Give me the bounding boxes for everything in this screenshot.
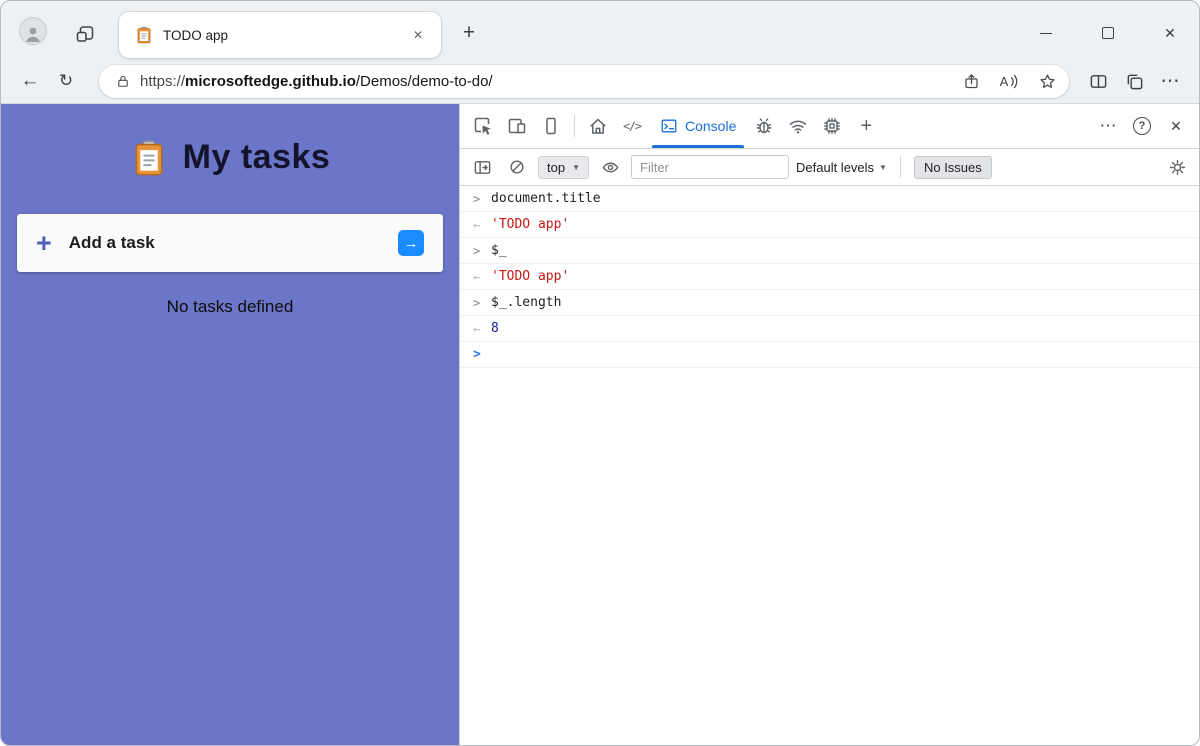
lock-icon[interactable] <box>112 66 134 96</box>
cpu-chip-icon[interactable] <box>815 109 849 143</box>
devtools-help-icon[interactable]: ? <box>1125 109 1159 143</box>
issues-bug-icon[interactable] <box>747 109 781 143</box>
network-conditions-wifi-icon[interactable] <box>781 109 815 143</box>
chevron-down-icon: ▼ <box>879 162 887 172</box>
devtools-panel: </> Console + ⋯ ? ✕ top ▼ Filter Default… <box>459 104 1199 745</box>
code-glyph: </> <box>623 119 642 133</box>
url-host: microsoftedge.github.io <box>185 72 356 90</box>
console-command: document.title <box>491 191 601 206</box>
url-path: /Demos/demo-to-do/ <box>355 72 493 90</box>
devtools-more-icon[interactable]: ⋯ <box>1091 109 1125 143</box>
result-arrow-icon: ← <box>473 321 481 336</box>
console-result-string: 'TODO app' <box>491 217 570 232</box>
device-emulation-icon[interactable] <box>500 109 534 143</box>
add-task-submit-button[interactable]: → <box>398 230 424 256</box>
context-selector[interactable]: top ▼ <box>538 155 589 179</box>
tab-console[interactable]: Console <box>649 104 747 148</box>
todo-app-title: My tasks <box>182 138 331 176</box>
live-expression-eye-icon[interactable] <box>596 153 624 181</box>
console-row-input: > document.title <box>460 186 1199 212</box>
console-settings-gear-icon[interactable] <box>1163 153 1191 181</box>
issues-counter-button[interactable]: No Issues <box>913 155 992 179</box>
console-row-input: > $_ <box>460 238 1199 264</box>
log-levels-dropdown[interactable]: Default levels ▼ <box>796 160 887 175</box>
share-icon[interactable] <box>955 66 987 96</box>
address-bar[interactable]: https://microsoftedge.github.io/Demos/de… <box>99 64 1069 98</box>
add-task-input[interactable]: + Add a task → <box>17 214 443 272</box>
input-chevron-icon: > <box>473 243 481 258</box>
help-glyph: ? <box>1133 117 1151 135</box>
profile-avatar[interactable] <box>19 17 47 45</box>
back-button[interactable]: ← <box>13 65 47 97</box>
navigation-bar: ← ↻ https://microsoftedge.github.io/Demo… <box>1 59 1199 104</box>
inspect-element-icon[interactable] <box>466 109 500 143</box>
log-levels-label: Default levels <box>796 159 875 175</box>
context-selector-value: top <box>547 159 566 175</box>
console-toolbar: top ▼ Default levels ▼ No Issues <box>460 149 1199 186</box>
tab-actions-icon[interactable] <box>72 21 98 47</box>
console-result-string: 'TODO app' <box>491 269 570 284</box>
todo-title-block: My tasks <box>1 138 459 177</box>
devtools-main-toolbar: </> Console + ⋯ ? ✕ <box>460 104 1199 149</box>
window-close-button[interactable]: ✕ <box>1156 19 1184 47</box>
refresh-button[interactable]: ↻ <box>49 65 83 97</box>
focus-page-icon[interactable] <box>534 109 568 143</box>
devtools-close-icon[interactable]: ✕ <box>1159 109 1193 143</box>
console-tab-label: Console <box>685 118 737 134</box>
read-aloud-icon[interactable]: A <box>993 66 1025 96</box>
tab-title: TODO app <box>163 27 229 43</box>
result-arrow-icon: ← <box>473 217 481 232</box>
toolbar-separator <box>574 115 575 137</box>
console-prompt[interactable]: > <box>460 342 1199 368</box>
tab-favicon-clipboard-icon <box>137 26 151 44</box>
console-row-result: ← 'TODO app' <box>460 264 1199 290</box>
browser-window: TODO app ✕ + ✕ ← ↻ https://microsoftedge… <box>0 0 1200 746</box>
prompt-chevron-icon: > <box>473 347 481 362</box>
new-tab-button[interactable]: + <box>455 19 483 47</box>
browser-tab[interactable]: TODO app ✕ <box>119 12 441 58</box>
console-sidebar-icon[interactable] <box>468 153 496 181</box>
input-chevron-icon: > <box>473 191 481 206</box>
console-row-result: ← 'TODO app' <box>460 212 1199 238</box>
url-text[interactable]: https://microsoftedge.github.io/Demos/de… <box>140 73 949 90</box>
read-aloud-letter: A <box>999 73 1009 89</box>
tab-elements-code-icon[interactable]: </> <box>615 109 649 143</box>
console-command: $_ <box>491 243 507 258</box>
person-icon <box>26 27 40 42</box>
page-content: My tasks + Add a task → No tasks defined <box>1 104 1199 745</box>
console-filter-input[interactable] <box>631 155 789 179</box>
split-screen-icon[interactable] <box>1081 65 1115 97</box>
tab-strip: TODO app ✕ + ✕ <box>1 1 1199 59</box>
devtools-toolbar-right: ⋯ ? ✕ <box>1091 109 1193 143</box>
input-chevron-icon: > <box>473 295 481 310</box>
url-scheme: https:// <box>140 72 186 90</box>
clear-console-icon[interactable] <box>503 153 531 181</box>
empty-tasks-message: No tasks defined <box>166 297 294 316</box>
clipboard-icon <box>135 140 163 175</box>
console-output: > document.title ← 'TODO app' > $_ ← 'TO… <box>460 186 1199 745</box>
minimize-icon <box>1040 32 1052 34</box>
console-result-number: 8 <box>491 321 499 336</box>
console-row-input: > $_.length <box>460 290 1199 316</box>
favorites-star-icon[interactable] <box>1031 66 1063 96</box>
more-tools-plus-icon[interactable]: + <box>849 109 883 143</box>
console-row-result: ← 8 <box>460 316 1199 342</box>
collections-icon[interactable] <box>1117 65 1151 97</box>
tab-close-icon[interactable]: ✕ <box>407 24 429 46</box>
toolbar-separator <box>899 156 901 178</box>
result-arrow-icon: ← <box>473 269 481 284</box>
chevron-down-icon: ▼ <box>572 162 580 172</box>
add-task-label: Add a task <box>68 233 155 252</box>
console-command: $_.length <box>491 295 562 310</box>
settings-more-icon[interactable]: ⋯ <box>1153 65 1187 97</box>
tab-welcome-home-icon[interactable] <box>581 109 615 143</box>
plus-icon: + <box>36 227 52 258</box>
maximize-icon <box>1102 27 1114 39</box>
console-icon <box>661 119 677 133</box>
window-minimize-button[interactable] <box>1032 19 1060 47</box>
todo-app-panel: My tasks + Add a task → No tasks defined <box>1 104 459 745</box>
window-maximize-button[interactable] <box>1094 19 1122 47</box>
